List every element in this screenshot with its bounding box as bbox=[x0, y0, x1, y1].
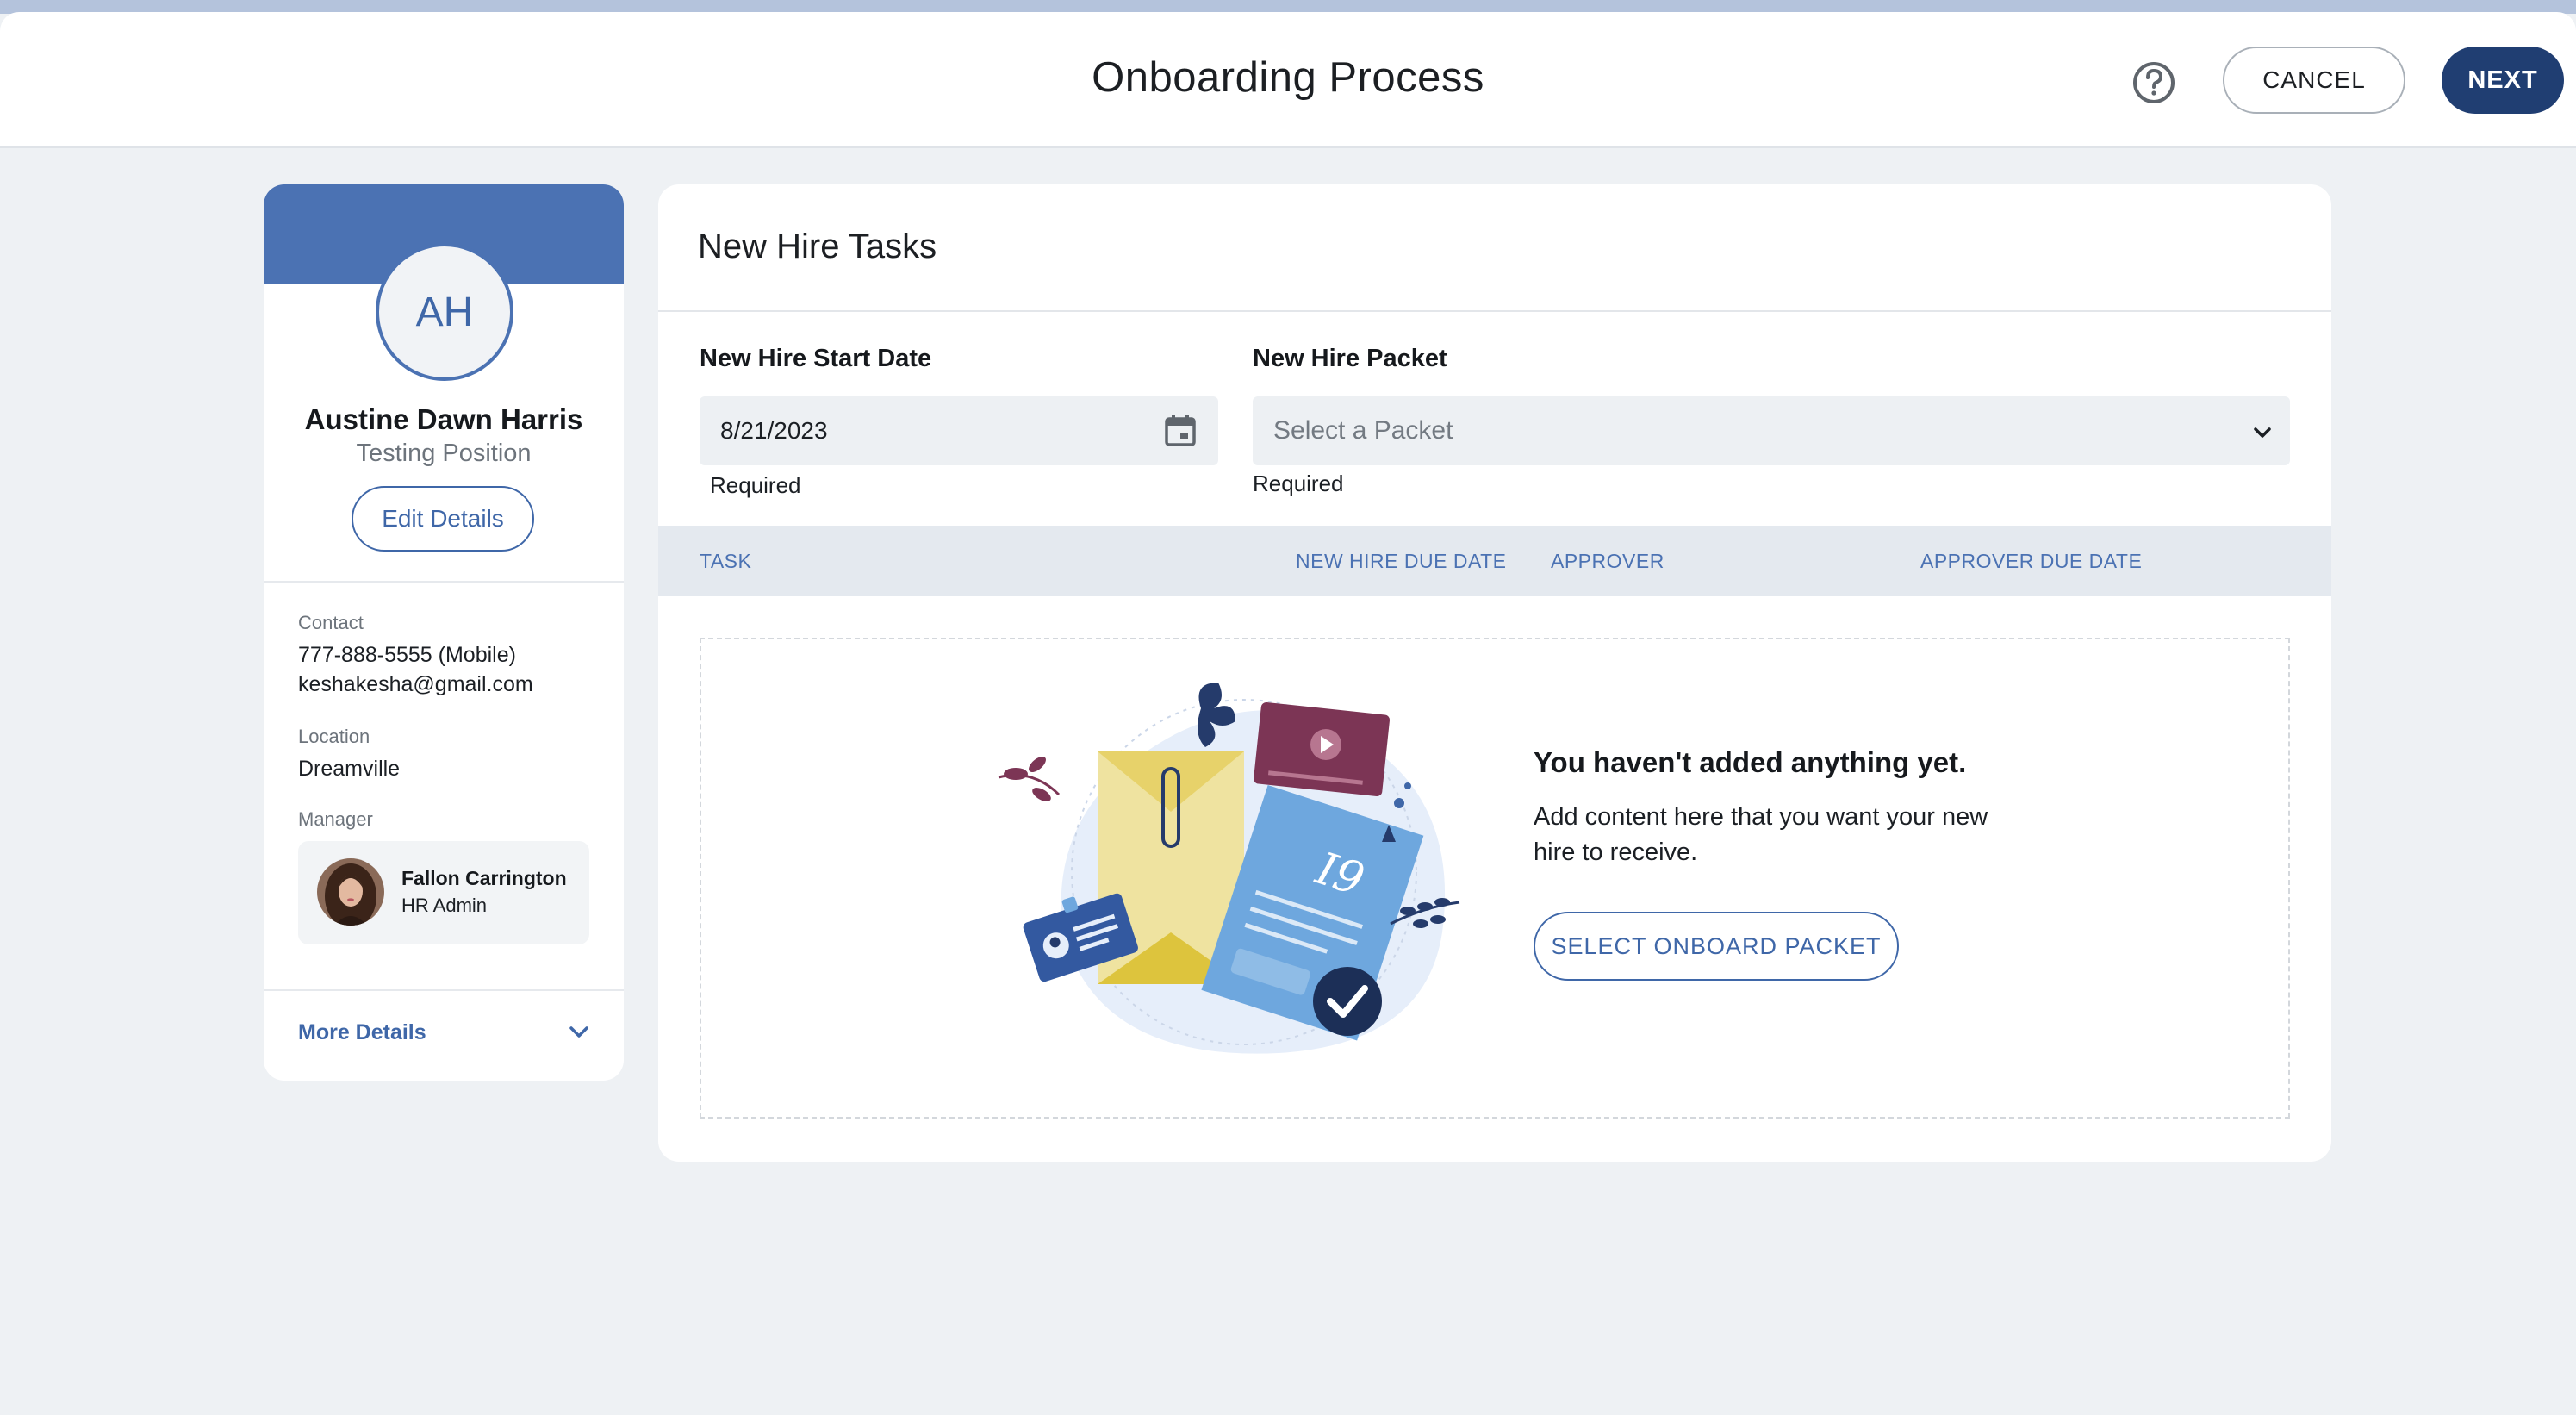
divider bbox=[264, 581, 624, 583]
page-title: Onboarding Process bbox=[1092, 54, 1484, 101]
help-icon[interactable] bbox=[2131, 60, 2176, 105]
start-date-input[interactable]: 8/21/2023 bbox=[700, 396, 1218, 465]
column-approver-due-date[interactable]: APPROVER DUE DATE bbox=[1920, 550, 2142, 573]
empty-state-description: Add content here that you want your new … bbox=[1534, 803, 1988, 866]
packet-label: New Hire Packet bbox=[1253, 345, 1447, 372]
location-value: Dreamville bbox=[298, 757, 401, 781]
section-title: New Hire Tasks bbox=[698, 228, 937, 265]
profile-card: AH Austine Dawn Harris Testing Position … bbox=[264, 184, 624, 1081]
calendar-icon[interactable] bbox=[1161, 412, 1199, 450]
contact-phone: 777-888-5555 (Mobile) bbox=[298, 643, 516, 667]
chevron-down-icon[interactable] bbox=[2250, 421, 2274, 445]
start-date-required: Required bbox=[710, 472, 801, 498]
divider bbox=[658, 310, 2331, 312]
contact-label: Contact bbox=[298, 612, 364, 633]
manager-card[interactable]: Fallon Carrington HR Admin bbox=[298, 841, 589, 944]
tasks-table-header: TASK NEW HIRE DUE DATE APPROVER APPROVER… bbox=[658, 526, 2331, 596]
employee-name: Austine Dawn Harris bbox=[304, 403, 583, 435]
contact-email: keshakesha@gmail.com bbox=[298, 672, 533, 696]
column-new-hire-due-date[interactable]: NEW HIRE DUE DATE bbox=[1296, 550, 1506, 573]
packet-select[interactable]: Select a Packet bbox=[1253, 396, 2290, 465]
empty-state: I9 You haven't added anything yet. Add c… bbox=[700, 638, 2290, 1119]
start-date-label: New Hire Start Date bbox=[700, 345, 932, 372]
location-label: Location bbox=[298, 726, 370, 747]
divider bbox=[264, 989, 624, 991]
page-header: Onboarding Process CANCEL NEXT bbox=[0, 12, 2576, 148]
next-button[interactable]: NEXT bbox=[2442, 47, 2564, 114]
cancel-button[interactable]: CANCEL bbox=[2223, 47, 2405, 114]
chevron-down-icon[interactable] bbox=[567, 1020, 591, 1044]
avatar: AH bbox=[376, 243, 513, 381]
empty-state-title: You haven't added anything yet. bbox=[1534, 746, 1967, 778]
packet-required: Required bbox=[1253, 471, 1344, 496]
employee-position: Testing Position bbox=[356, 439, 532, 467]
manager-label: Manager bbox=[298, 808, 373, 830]
manager-role: HR Admin bbox=[401, 895, 488, 916]
select-onboard-packet-button[interactable]: SELECT ONBOARD PACKET bbox=[1534, 912, 1899, 981]
edit-details-button[interactable]: Edit Details bbox=[352, 486, 534, 552]
column-task[interactable]: TASK bbox=[700, 550, 751, 573]
column-approver[interactable]: APPROVER bbox=[1551, 550, 1664, 573]
manager-avatar bbox=[317, 858, 384, 926]
manager-name: Fallon Carrington bbox=[401, 867, 567, 889]
onboarding-illustration: I9 bbox=[998, 683, 1460, 1054]
new-hire-tasks-card: New Hire Tasks New Hire Start Date 8/21/… bbox=[658, 184, 2331, 1162]
more-details-toggle[interactable]: More Details bbox=[298, 1020, 426, 1045]
